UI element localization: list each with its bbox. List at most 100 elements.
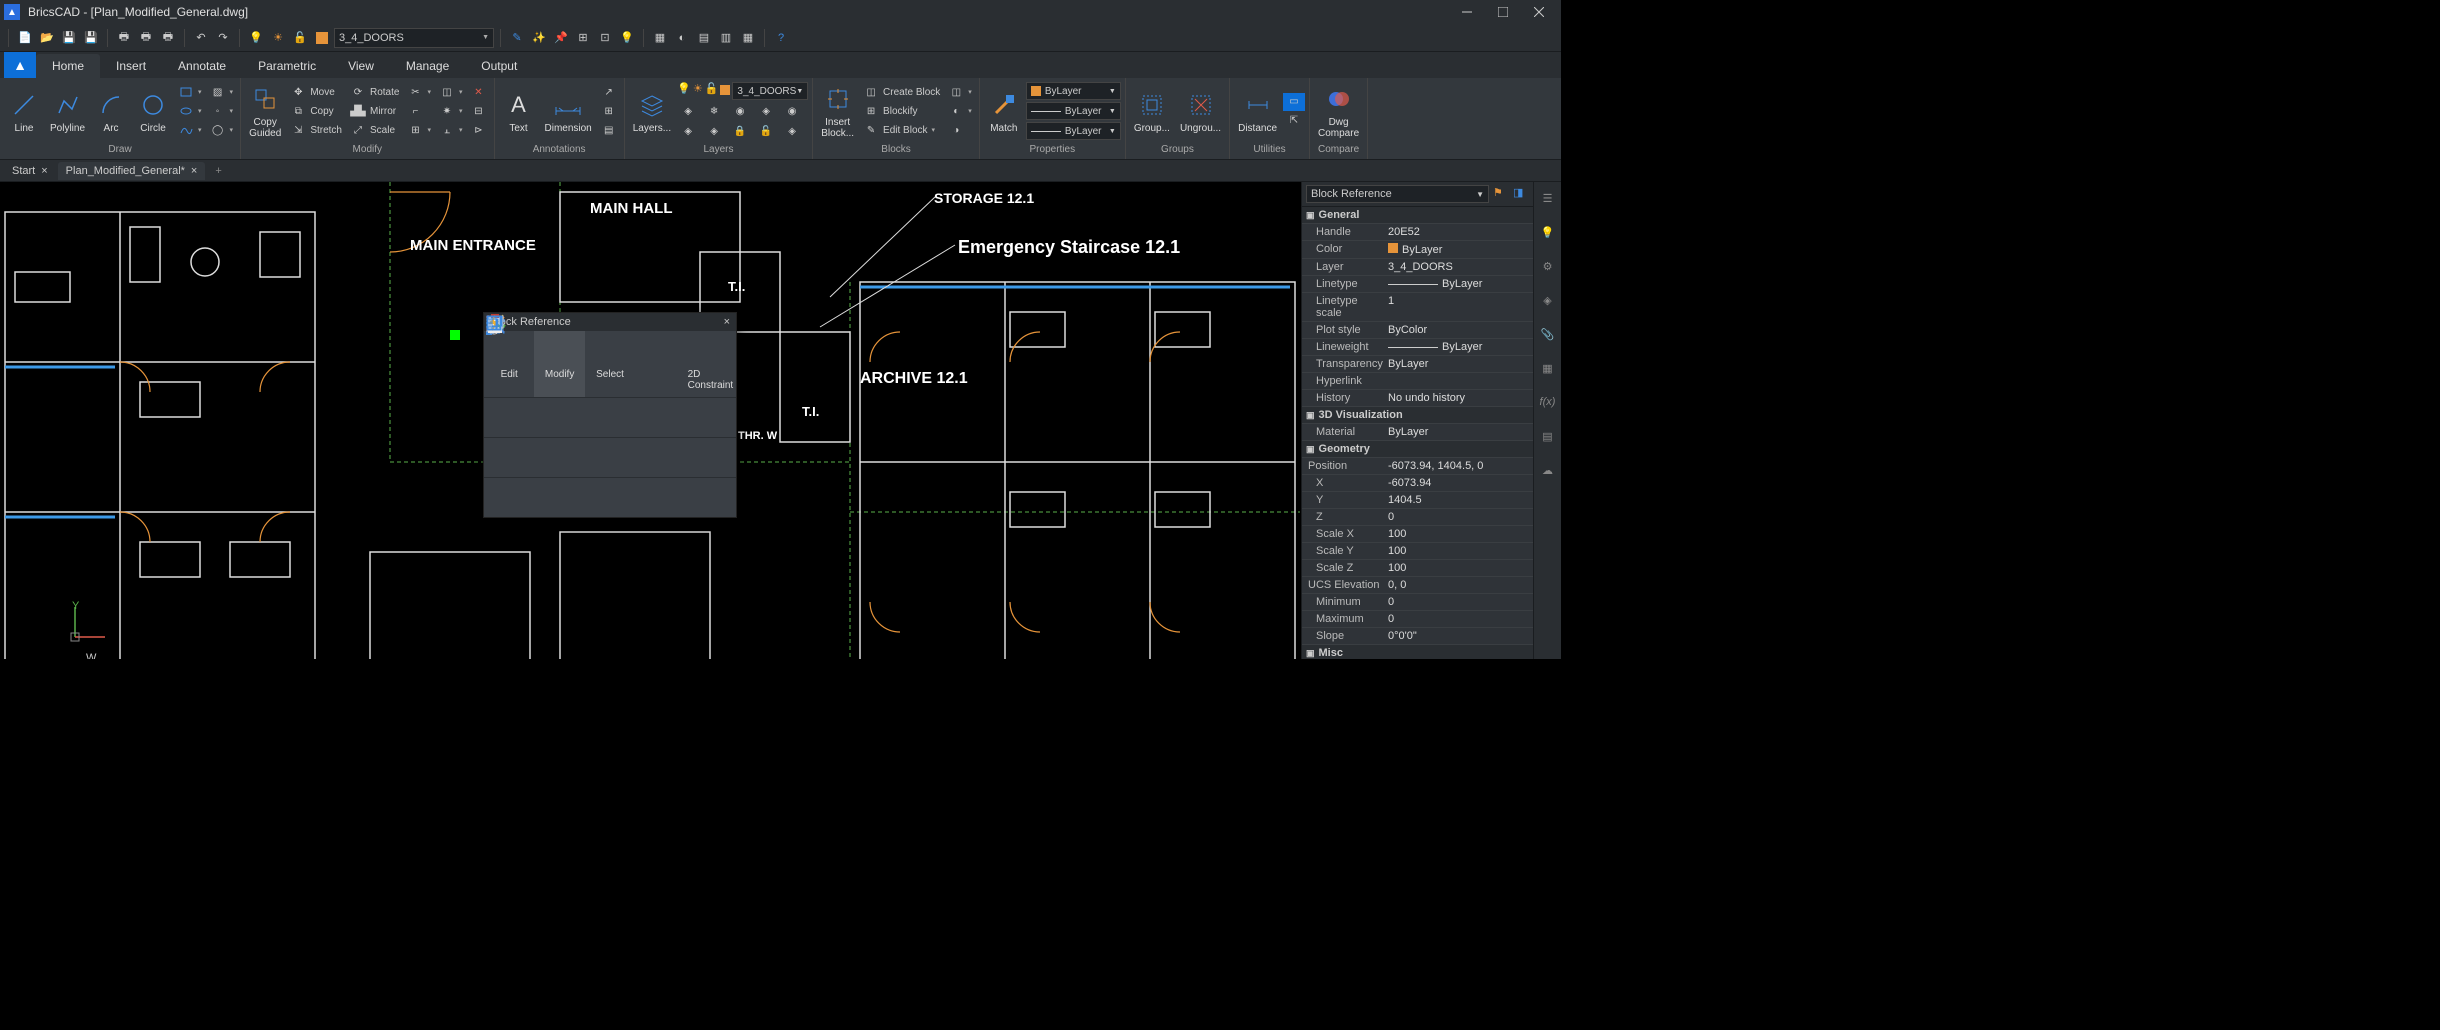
print-icon[interactable]: 🖶 — [114, 28, 134, 48]
editblock-button[interactable]: ✎Edit Block▾ — [860, 121, 943, 139]
fillet-icon[interactable]: ⌐ — [404, 102, 434, 120]
save-icon[interactable]: 💾 — [59, 28, 79, 48]
strip-attach-icon[interactable]: 📎 — [1538, 324, 1558, 344]
rotate-button[interactable]: ⟳Rotate — [347, 83, 402, 101]
strip-menu-icon[interactable]: ☰ — [1538, 188, 1558, 208]
quad-rect3-icon[interactable] — [652, 477, 694, 517]
close-doc-tab-icon[interactable]: × — [191, 165, 197, 177]
prop-row-lineweight[interactable]: LineweightByLayer — [1302, 339, 1533, 356]
distance-button[interactable]: Distance — [1234, 87, 1281, 136]
quad-move-icon[interactable] — [568, 397, 610, 437]
strip-sliders-icon[interactable]: ⚙ — [1538, 256, 1558, 276]
panel3-icon[interactable]: ▤ — [694, 28, 714, 48]
mtext-icon[interactable]: ▤ — [598, 121, 620, 139]
lineweight-dropdown[interactable]: ByLayer▼ — [1026, 122, 1121, 140]
tab-view[interactable]: View — [332, 54, 390, 78]
panel4-icon[interactable]: ▥ — [716, 28, 736, 48]
strip-fx-icon[interactable]: f(x) — [1538, 392, 1558, 412]
laymrg-icon[interactable]: ◈ — [781, 122, 803, 140]
quad-2dconstraint-tab[interactable]: 2D Constraint — [686, 331, 736, 397]
prop-row-linetype-scale[interactable]: Linetype scale1 — [1302, 293, 1533, 322]
quad-delete-icon[interactable] — [526, 397, 568, 437]
quad-mirror-icon[interactable] — [652, 397, 694, 437]
hatch-icon[interactable]: ▨▾ — [207, 83, 237, 101]
measure-icon[interactable]: ⇱ — [1283, 112, 1305, 130]
region-icon[interactable]: ◯▾ — [207, 121, 237, 139]
color-dropdown[interactable]: ByLayer▼ — [1026, 82, 1121, 100]
section-misc[interactable]: ▣Misc — [1302, 645, 1533, 659]
layiso-icon[interactable]: ◈ — [677, 102, 699, 120]
prop-row-transparency[interactable]: TransparencyByLayer — [1302, 356, 1533, 373]
dwgcompare-button[interactable]: Dwg Compare — [1314, 81, 1363, 141]
block-tool1-icon[interactable]: ◫▾ — [945, 83, 975, 101]
quad-copy-icon[interactable] — [610, 397, 652, 437]
quad-rotate-icon[interactable] — [484, 397, 526, 437]
saveas-icon[interactable]: 💾 — [81, 28, 101, 48]
section-geometry[interactable]: ▣Geometry — [1302, 441, 1533, 458]
bulb2-icon[interactable]: 💡 — [617, 28, 637, 48]
layer-lock-icon[interactable]: 🔓 — [705, 82, 719, 100]
quad-scale-icon[interactable] — [694, 397, 736, 437]
tab-annotate[interactable]: Annotate — [162, 54, 242, 78]
prop-row-scale-y[interactable]: Scale Y100 — [1302, 543, 1533, 560]
polyline-button[interactable]: Polyline — [46, 87, 89, 136]
close-start-tab-icon[interactable]: × — [41, 165, 47, 177]
panel1-icon[interactable]: ▦ — [650, 28, 670, 48]
join-icon[interactable]: ⊳ — [468, 121, 490, 139]
quad-rect2-icon[interactable] — [610, 477, 652, 517]
select-icon[interactable]: ▭ — [1283, 93, 1305, 111]
quickselect-icon[interactable]: ◨ — [1513, 186, 1529, 202]
copy-button[interactable]: ⧉Copy — [287, 102, 345, 120]
prop-row-z[interactable]: Z0 — [1302, 509, 1533, 526]
print-preview-icon[interactable]: 🖶 — [136, 28, 156, 48]
erase-icon[interactable]: ✕ — [468, 83, 490, 101]
array-icon[interactable]: ⊞▾ — [404, 121, 434, 139]
prop-row-plot-style[interactable]: Plot styleByColor — [1302, 322, 1533, 339]
prop-row-x[interactable]: X-6073.94 — [1302, 475, 1533, 492]
quad-layers-icon[interactable] — [568, 437, 610, 477]
prop-row-y[interactable]: Y1404.5 — [1302, 492, 1533, 509]
layfrz-icon[interactable]: ❄ — [703, 102, 725, 120]
align-icon[interactable]: ⫠▾ — [436, 121, 466, 139]
match-button[interactable]: Match — [984, 87, 1024, 136]
layer-name-dropdown[interactable]: 3_4_DOORS▼ — [732, 82, 808, 100]
app-menu-button[interactable]: ▲ — [4, 52, 36, 78]
text-button[interactable]: AText — [499, 87, 539, 136]
explode-icon[interactable]: ✷▾ — [436, 102, 466, 120]
blockify-button[interactable]: ⊞Blockify — [860, 102, 943, 120]
rectangle-icon[interactable]: ▾ — [175, 83, 205, 101]
quad-sphere-icon[interactable] — [484, 437, 526, 477]
spline-icon[interactable]: ▾ — [175, 121, 205, 139]
prop-row-hyperlink[interactable]: Hyperlink — [1302, 373, 1533, 390]
layoff-icon[interactable]: ◉ — [729, 102, 751, 120]
quad-bolt1-icon[interactable] — [484, 477, 526, 517]
quad-bolt2-icon[interactable] — [526, 477, 568, 517]
circle-button[interactable]: Circle — [133, 87, 173, 136]
prop-row-scale-x[interactable]: Scale X100 — [1302, 526, 1533, 543]
quad-close-icon[interactable]: × — [724, 316, 730, 328]
prop-row-color[interactable]: ColorByLayer — [1302, 241, 1533, 259]
break-icon[interactable]: ⊟ — [468, 102, 490, 120]
leader-icon[interactable]: ↗ — [598, 83, 620, 101]
dimension-button[interactable]: Dimension — [541, 87, 596, 136]
ungroup-button[interactable]: Ungrou... — [1176, 87, 1225, 136]
quad-clone-icon[interactable] — [652, 437, 694, 477]
quad-layers-check-icon[interactable] — [526, 437, 568, 477]
tab-insert[interactable]: Insert — [100, 54, 162, 78]
selection-grip[interactable] — [450, 330, 460, 340]
quad-cut-icon[interactable] — [610, 437, 652, 477]
prop-row-slope[interactable]: Slope0°0'0" — [1302, 628, 1533, 645]
open-icon[interactable]: 📂 — [37, 28, 57, 48]
quad-rect4-icon[interactable] — [694, 477, 736, 517]
strip-cloud-icon[interactable]: ☁ — [1538, 460, 1558, 480]
drawing-canvas[interactable]: MAIN ENTRANCE MAIN HALL STORAGE 12.1 Eme… — [0, 182, 1301, 659]
arc-button[interactable]: Arc — [91, 87, 131, 136]
prop-row-handle[interactable]: Handle20E52 — [1302, 224, 1533, 241]
layer-color-swatch[interactable] — [720, 85, 730, 95]
layer-bulb-icon[interactable]: 💡 — [677, 82, 691, 100]
quad-modify-tab[interactable]: Modify — [534, 331, 584, 397]
table-icon[interactable]: ⊞ — [598, 102, 620, 120]
laythw-icon[interactable]: ◈ — [703, 122, 725, 140]
prop-row-scale-z[interactable]: Scale Z100 — [1302, 560, 1533, 577]
lock-icon[interactable]: 🔓 — [290, 28, 310, 48]
